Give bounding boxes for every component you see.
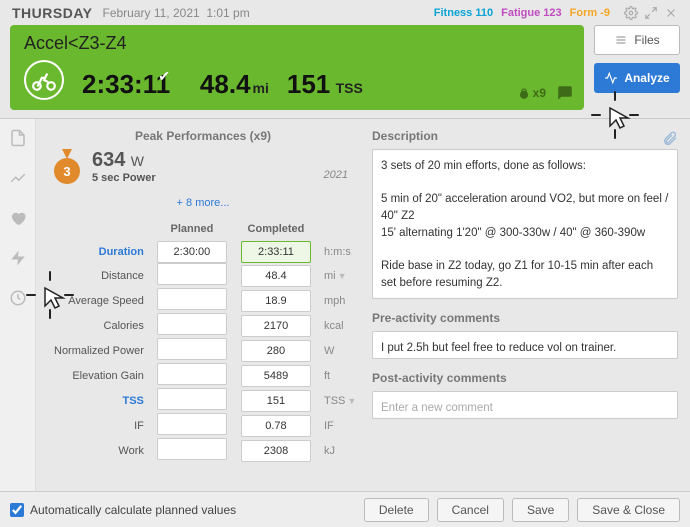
date-time: February 11, 2021 1:01 pm xyxy=(103,6,250,20)
stat-label: Work xyxy=(48,438,150,463)
completed-input[interactable]: 48.4 xyxy=(241,265,311,287)
stat-unit: TSS▼ xyxy=(318,388,358,413)
fitness-stat: Fitness 110 xyxy=(434,7,493,19)
stat-label: Calories xyxy=(48,313,150,338)
stats-row: TSS 151 TSS▼ xyxy=(48,388,358,413)
description-box[interactable]: 3 sets of 20 min efforts, done as follow… xyxy=(372,149,678,299)
save-button[interactable]: Save xyxy=(512,498,569,522)
paperclip-icon[interactable] xyxy=(662,131,678,147)
completed-input[interactable]: 280 xyxy=(241,340,311,362)
expand-icon[interactable] xyxy=(644,6,658,20)
completed-input[interactable]: 18.9 xyxy=(241,290,311,312)
post-comments-box[interactable]: Enter a new comment xyxy=(372,391,678,419)
more-peaks-link[interactable]: + 8 more... xyxy=(48,197,358,209)
tab-clock-icon[interactable] xyxy=(9,289,27,307)
completed-input[interactable]: 5489 xyxy=(241,365,311,387)
planned-input[interactable] xyxy=(157,438,227,460)
auto-calc-input[interactable] xyxy=(10,503,24,517)
activity-card[interactable]: Accel<Z3-Z4 2:33:11✔ 48.4mi 151 TSS x9 xyxy=(10,25,584,110)
time: 1:01 pm xyxy=(206,6,249,20)
planned-input[interactable]: 2:30:00 xyxy=(157,241,227,263)
stat-unit: kcal xyxy=(318,313,358,338)
fatigue-stat: Fatigue 123 xyxy=(501,7,562,19)
stats-row: Calories 2170 kcal xyxy=(48,313,358,338)
medal-icon: 3 xyxy=(52,149,82,187)
bike-icon xyxy=(24,60,64,100)
planned-input[interactable] xyxy=(157,413,227,435)
tab-chart-icon[interactable] xyxy=(9,169,27,187)
completed-input[interactable]: 2308 xyxy=(241,440,311,462)
stat-unit: h:m:s xyxy=(318,241,358,263)
save-close-button[interactable]: Save & Close xyxy=(577,498,680,522)
stat-unit: mi▼ xyxy=(318,263,358,288)
gear-icon[interactable] xyxy=(624,6,638,20)
completed-input[interactable]: 2170 xyxy=(241,315,311,337)
activity-title: Accel<Z3-Z4 xyxy=(24,33,570,54)
stat-unit: W xyxy=(318,338,358,363)
completed-input[interactable]: 0.78 xyxy=(241,415,311,437)
stat-unit: kJ xyxy=(318,438,358,463)
stat-label[interactable]: Duration xyxy=(48,241,150,263)
col-completed: Completed xyxy=(234,219,318,241)
stat-unit: IF xyxy=(318,413,358,438)
stat-label: Average Speed xyxy=(48,288,150,313)
tab-power-icon[interactable] xyxy=(9,249,27,267)
stats-row: Duration 2:30:00 2:33:11 h:m:s xyxy=(48,241,358,263)
planned-input[interactable] xyxy=(157,263,227,285)
planned-input[interactable] xyxy=(157,363,227,385)
post-comments-title: Post-activity comments xyxy=(372,371,678,385)
tab-heart-icon[interactable] xyxy=(9,209,27,227)
files-button[interactable]: Files xyxy=(594,25,680,55)
analyze-button[interactable]: Analyze xyxy=(594,63,680,93)
stats-row: Distance 48.4 mi▼ xyxy=(48,263,358,288)
vertical-tabs xyxy=(0,119,36,493)
stats-table: PlannedCompleted Duration 2:30:00 2:33:11 h… xyxy=(48,219,358,463)
form-stat: Form -9 xyxy=(570,7,610,19)
stat-unit: mph xyxy=(318,288,358,313)
planned-input[interactable] xyxy=(157,388,227,410)
day-name: THURSDAY xyxy=(12,5,93,21)
activity-distance: 48.4mi xyxy=(200,69,269,100)
planned-input[interactable] xyxy=(157,313,227,335)
cancel-button[interactable]: Cancel xyxy=(437,498,504,522)
header-bar: THURSDAY February 11, 2021 1:01 pm Fitne… xyxy=(0,0,690,25)
description-title: Description xyxy=(372,129,438,143)
stats-row: Work 2308 kJ xyxy=(48,438,358,463)
pre-comments-title: Pre-activity comments xyxy=(372,311,678,325)
stat-label: Elevation Gain xyxy=(48,363,150,388)
stat-label: Distance xyxy=(48,263,150,288)
peak-section-title: Peak Performances (x9) xyxy=(48,129,358,143)
activity-tss: 151 TSS xyxy=(287,69,363,100)
auto-calc-checkbox[interactable]: Automatically calculate planned values xyxy=(10,503,236,517)
comment-icon[interactable] xyxy=(556,84,574,102)
stat-unit: ft xyxy=(318,363,358,388)
svg-text:3: 3 xyxy=(63,164,70,179)
date: February 11, 2021 xyxy=(103,6,200,20)
stats-row: Elevation Gain 5489 ft xyxy=(48,363,358,388)
stat-label[interactable]: TSS xyxy=(48,388,150,413)
tab-summary-icon[interactable] xyxy=(9,129,27,147)
stats-row: Average Speed 18.9 mph xyxy=(48,288,358,313)
stat-label: Normalized Power xyxy=(48,338,150,363)
activity-duration: 2:33:11✔ xyxy=(82,69,182,100)
stats-row: Normalized Power 280 W xyxy=(48,338,358,363)
completed-input[interactable]: 151 xyxy=(241,390,311,412)
col-planned: Planned xyxy=(150,219,234,241)
delete-button[interactable]: Delete xyxy=(364,498,429,522)
planned-input[interactable] xyxy=(157,338,227,360)
planned-input[interactable] xyxy=(157,288,227,310)
peak-year: 2021 xyxy=(324,149,354,181)
stat-label: IF xyxy=(48,413,150,438)
footer-bar: Automatically calculate planned values D… xyxy=(0,491,690,527)
completed-input[interactable]: 2:33:11 xyxy=(241,241,311,263)
kettlebell-icon: x9 xyxy=(517,86,546,100)
pre-comments-box[interactable]: I put 2.5h but feel free to reduce vol o… xyxy=(372,331,678,359)
peak-performance-row[interactable]: 3 634 W 5 sec Power 2021 xyxy=(48,149,358,193)
stats-row: IF 0.78 IF xyxy=(48,413,358,438)
close-icon[interactable] xyxy=(664,6,678,20)
